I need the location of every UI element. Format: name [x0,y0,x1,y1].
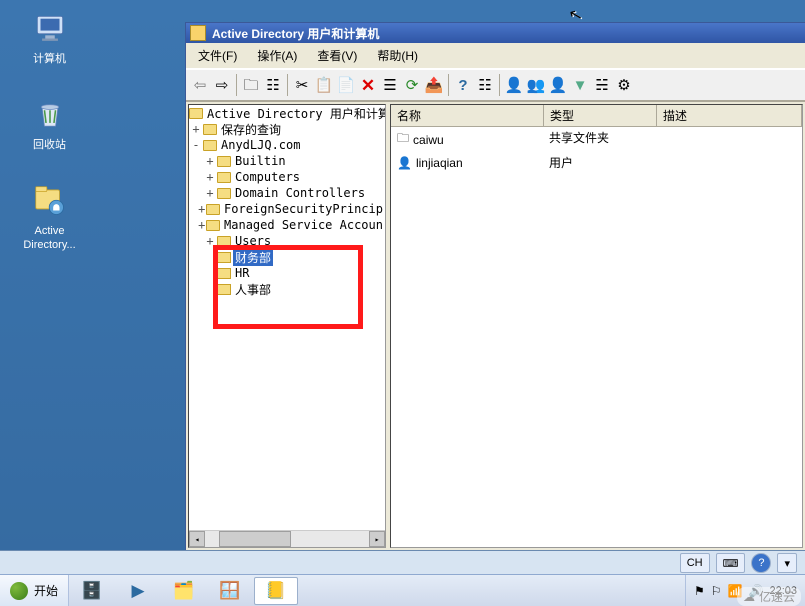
menu-help[interactable]: 帮助(H) [369,45,426,66]
refresh-button[interactable]: ⟳ [402,75,422,95]
list-pane[interactable]: 名称 类型 描述 🗀caiwu 共享文件夹 👤linjiaqian 用户 [390,104,803,548]
menu-file[interactable]: 文件(F) [190,45,245,66]
filter-icon[interactable]: ▼ [570,75,590,95]
tree-item[interactable]: +Users [189,233,385,249]
desktop-icon-label: 回收站 [33,138,66,152]
tree-item[interactable]: +Computers [189,169,385,185]
user-icon: 👤 [397,156,412,170]
tree-item[interactable]: +Managed Service Accoun [189,217,385,233]
list-header[interactable]: 名称 类型 描述 [391,105,802,127]
scroll-right-icon[interactable]: ▸ [369,531,385,547]
tray-help-icon[interactable]: ? [751,553,771,573]
toolbar: ⇦ ⇨ 🗀 ☷ ✂ 📋 📄 ✕ ☰ ⟳ 📤 ? ☷ 👤 👥 👤 ▼ ☵ ⚙ [186,69,805,101]
tree-scrollbar[interactable]: ◂ ▸ [189,530,385,547]
tree-saved-queries[interactable]: + 保存的查询 [189,121,385,137]
desktop-icon-computer[interactable]: 计算机 [12,10,87,66]
desktop-icon-recycle[interactable]: 回收站 [12,96,87,152]
col-header-name[interactable]: 名称 [391,105,544,126]
options-button[interactable]: ☷ [475,75,495,95]
folder-icon [190,25,206,41]
desktop-icon-label: 计算机 [33,52,66,66]
scroll-thumb[interactable] [219,531,291,547]
user-add-icon[interactable]: 👤 [504,75,524,95]
forward-button[interactable]: ⇨ [212,75,232,95]
aduc-icon [31,182,69,220]
watermark: ☁ 亿速云 [737,587,801,606]
back-button[interactable]: ⇦ [190,75,210,95]
tray-flag-icon[interactable]: ⚑ [694,584,705,598]
tree-ou[interactable]: HR [189,265,385,281]
properties-button[interactable]: ☰ [380,75,400,95]
start-orb-icon [10,582,28,600]
lang-bar: CH ⌨ ? ▾ [0,550,805,575]
tree-domain[interactable]: - AnydLJQ.com [189,137,385,153]
user-opt-icon[interactable]: 👤 [548,75,568,95]
aduc-window: Active Directory 用户和计算机 文件(F) 操作(A) 查看(V… [185,22,805,551]
menubar: 文件(F) 操作(A) 查看(V) 帮助(H) [186,43,805,69]
taskbar: 开始 🗄️ ▶ 🗂️ 🪟 📒 ⚑ ⚐ 📶 🔊 22:03 ☁ 亿速云 [0,574,805,606]
task-mmc[interactable]: 🪟 [208,577,252,605]
list-item[interactable]: 🗀caiwu 共享文件夹 [391,127,802,152]
titlebar[interactable]: Active Directory 用户和计算机 [186,23,805,43]
tree-root[interactable]: Active Directory 用户和计算机 [189,105,385,121]
scroll-left-icon[interactable]: ◂ [189,531,205,547]
client-area: Active Directory 用户和计算机 + 保存的查询 - AnydLJ… [186,101,805,550]
window-title: Active Directory 用户和计算机 [212,25,379,42]
cloud-icon: ☁ [743,590,755,604]
tray-opt-icon[interactable]: ▾ [777,553,797,573]
tree-ou-selected[interactable]: 财务部 [189,249,385,265]
task-aduc-active[interactable]: 📒 [254,577,298,605]
tree-item[interactable]: +ForeignSecurityPrincip [189,201,385,217]
desktop-icon-aduc[interactable]: Active Directory... [12,182,87,252]
col-header-desc[interactable]: 描述 [657,105,802,126]
tree-item[interactable]: +Builtin [189,153,385,169]
task-explorer[interactable]: 🗂️ [162,577,206,605]
paste-button[interactable]: 📄 [336,75,356,95]
group-add-icon[interactable]: 👥 [526,75,546,95]
recycle-icon [31,96,69,134]
tree-ou[interactable]: 人事部 [189,281,385,297]
delete-button[interactable]: ✕ [358,75,378,95]
col-header-type[interactable]: 类型 [544,105,657,126]
showhide-button[interactable]: ☷ [263,75,283,95]
lang-indicator[interactable]: CH [680,553,710,573]
share-icon: 🗀 [397,129,409,150]
desktop: 计算机 回收站 Active Directory... Active Direc… [0,0,805,606]
list-item[interactable]: 👤linjiaqian 用户 [391,152,802,173]
menu-view[interactable]: 查看(V) [309,45,365,66]
tree-item[interactable]: +Domain Controllers [189,185,385,201]
menu-action[interactable]: 操作(A) [249,45,305,66]
up-button[interactable]: 🗀 [241,75,261,95]
computer-icon [31,10,69,48]
cut-button[interactable]: ✂ [292,75,312,95]
find-icon[interactable]: ☵ [592,75,612,95]
task-powershell[interactable]: ▶ [116,577,160,605]
tree-pane[interactable]: Active Directory 用户和计算机 + 保存的查询 - AnydLJ… [188,104,386,548]
start-label: 开始 [34,582,58,599]
tray-keyboard-icon[interactable]: ⌨ [716,553,746,573]
help-button[interactable]: ? [453,75,473,95]
tray-flag2-icon[interactable]: ⚐ [711,584,722,598]
misc-icon[interactable]: ⚙ [614,75,634,95]
export-button[interactable]: 📤 [424,75,444,95]
copy-button[interactable]: 📋 [314,75,334,95]
desktop-icon-label: Active Directory... [23,224,75,252]
start-button[interactable]: 开始 [0,575,69,606]
task-server-manager[interactable]: 🗄️ [70,577,114,605]
